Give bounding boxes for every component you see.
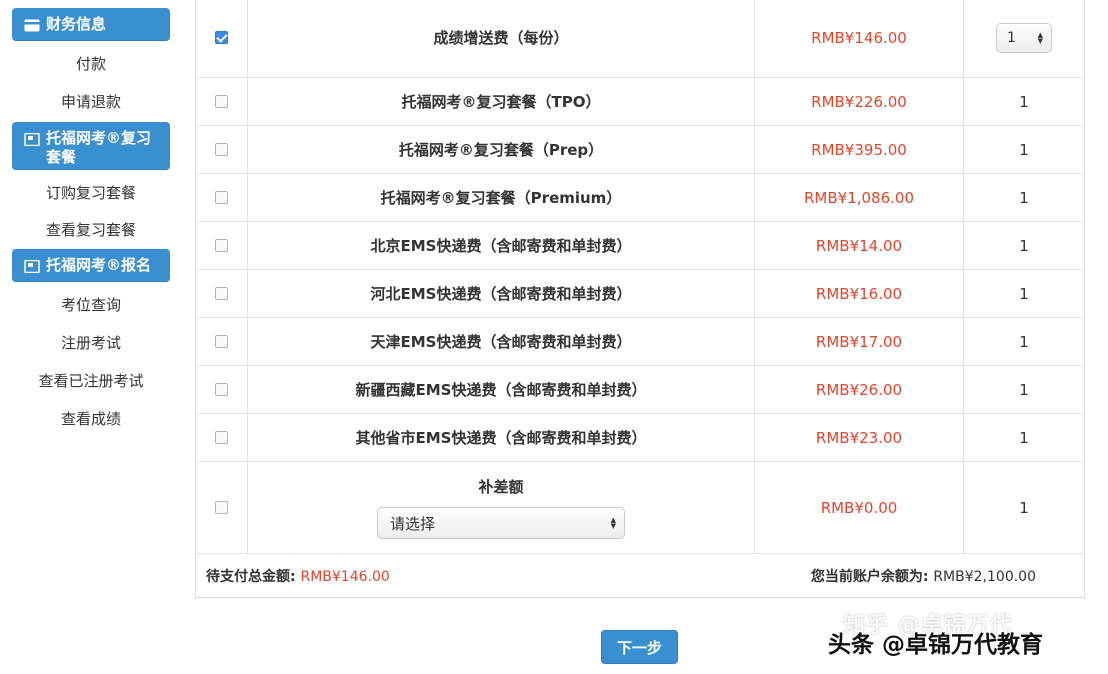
toutiao-watermark: 头条 @卓锦万代教育 [828,632,1044,658]
balance-label: 您当前账户余额为: [810,569,929,585]
sidebar-item-payment[interactable]: 付款 [0,53,182,74]
item-name: 新疆西藏EMS快递费（含邮寄费和单封费） [248,366,755,413]
item-name: 天津EMS快递费（含邮寄费和单封费） [248,318,755,365]
item-price: RMB¥23.00 [755,414,964,461]
row-checkbox[interactable] [215,143,228,156]
difference-select[interactable]: 请选择 ▲ ▼ [377,507,625,539]
table-row: 北京EMS快递费（含邮寄费和单封费） RMB¥14.00 1 [196,222,1084,270]
row-checkbox[interactable] [215,239,228,252]
item-quantity: 1 [1019,428,1029,447]
item-quantity: 1 [1019,92,1029,111]
row-checkbox[interactable] [215,191,228,204]
sidebar-item-order-review[interactable]: 订购复习套餐 [0,182,182,203]
row-checkbox[interactable] [215,431,228,444]
row-checkbox[interactable] [215,501,228,514]
difference-select-value: 请选择 [390,514,436,533]
item-price: RMB¥0.00 [755,462,964,553]
book-icon [24,132,40,147]
table-row: 成绩增送费（每份） RMB¥146.00 1 ▲ ▼ [196,0,1084,78]
item-price: RMB¥16.00 [755,270,964,317]
sidebar-section-title: 财务信息 [46,15,107,33]
sidebar-item-view-review[interactable]: 查看复习套餐 [0,219,182,240]
item-price: RMB¥26.00 [755,366,964,413]
item-price: RMB¥14.00 [755,222,964,269]
item-price: RMB¥1,086.00 [755,174,964,221]
sidebar-section-finance[interactable]: 财务信息 [12,8,170,41]
item-quantity: 1 [1019,332,1029,351]
sidebar-item-register-exam[interactable]: 注册考试 [0,332,182,353]
item-price: RMB¥395.00 [755,126,964,173]
item-name: 河北EMS快递费（含邮寄费和单封费） [248,270,755,317]
row-checkbox[interactable] [215,287,228,300]
table-row: 河北EMS快递费（含邮寄费和单封费） RMB¥16.00 1 [196,270,1084,318]
row-checkbox[interactable] [215,95,228,108]
sidebar-section-review[interactable]: 托福网考®复习套餐 [12,122,170,170]
sidebar: 财务信息 付款 申请退款 托福网考®复习套餐 订购复习套餐 查看复习套餐 托福网… [0,0,182,674]
quantity-value: 1 [1007,29,1016,46]
total-amount: RMB¥146.00 [300,569,390,585]
total-due: 待支付总金额: RMB¥146.00 [206,566,390,586]
select-arrows-icon: ▲ ▼ [610,516,616,530]
item-quantity: 1 [1019,498,1029,517]
quantity-select[interactable]: 1 ▲ ▼ [996,22,1052,53]
sidebar-section-register[interactable]: 托福网考®报名 [12,249,170,282]
table-row: 托福网考®复习套餐（Prep） RMB¥395.00 1 [196,126,1084,174]
row-checkbox[interactable] [215,335,228,348]
sidebar-item-refund[interactable]: 申请退款 [0,91,182,112]
table-row: 托福网考®复习套餐（TPO） RMB¥226.00 1 [196,78,1084,126]
item-name: 成绩增送费（每份） [248,0,755,77]
item-name: 北京EMS快递费（含邮寄费和单封费） [248,222,755,269]
item-price: RMB¥17.00 [755,318,964,365]
account-balance: 您当前账户余额为: RMB¥2,100.00 [811,566,1036,586]
card-icon [24,18,40,32]
order-table: 成绩增送费（每份） RMB¥146.00 1 ▲ ▼ 托福网考®复习套餐（TPO）… [195,0,1085,598]
balance-amount: RMB¥2,100.00 [933,569,1036,585]
next-button[interactable]: 下一步 [601,630,678,664]
item-quantity: 1 [1019,188,1029,207]
table-row: 其他省市EMS快递费（含邮寄费和单封费） RMB¥23.00 1 [196,414,1084,462]
item-name: 其他省市EMS快递费（含邮寄费和单封费） [248,414,755,461]
book-icon [24,259,40,274]
sidebar-section-title: 托福网考®报名 [46,256,152,274]
sidebar-section-title: 托福网考®复习套餐 [46,129,152,166]
item-name: 补差额 [478,478,524,496]
sidebar-item-view-scores[interactable]: 查看成绩 [0,408,182,429]
item-name: 托福网考®复习套餐（Prep） [248,126,755,173]
table-row: 托福网考®复习套餐（Premium） RMB¥1,086.00 1 [196,174,1084,222]
total-label: 待支付总金额: [206,569,296,585]
item-quantity: 1 [1019,284,1029,303]
item-name: 托福网考®复习套餐（TPO） [248,78,755,125]
item-quantity: 1 [1019,140,1029,159]
item-quantity: 1 [1019,380,1029,399]
row-checkbox[interactable] [215,31,228,44]
sidebar-item-view-registered[interactable]: 查看已注册考试 [0,370,182,391]
table-footer: 待支付总金额: RMB¥146.00 您当前账户余额为: RMB¥2,100.0… [196,554,1084,596]
item-price: RMB¥146.00 [755,0,964,77]
item-price: RMB¥226.00 [755,78,964,125]
item-quantity: 1 [1019,236,1029,255]
table-row-difference: 补差额 请选择 ▲ ▼ RMB¥0.00 1 [196,462,1084,554]
table-row: 天津EMS快递费（含邮寄费和单封费） RMB¥17.00 1 [196,318,1084,366]
table-row: 新疆西藏EMS快递费（含邮寄费和单封费） RMB¥26.00 1 [196,366,1084,414]
item-name: 托福网考®复习套餐（Premium） [248,174,755,221]
sidebar-item-seat-search[interactable]: 考位查询 [0,294,182,315]
row-checkbox[interactable] [215,383,228,396]
select-arrows-icon: ▲ ▼ [1037,30,1043,45]
